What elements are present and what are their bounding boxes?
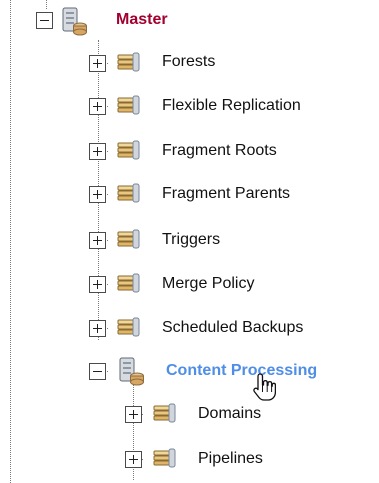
server-database-icon [59, 6, 89, 36]
hand-pointer-icon [252, 372, 277, 402]
expand-toggle-pipelines[interactable] [125, 451, 142, 468]
tree-item-triggers[interactable]: Triggers [162, 230, 220, 250]
expand-toggle-forests[interactable] [89, 55, 106, 72]
expand-toggle-triggers[interactable] [89, 232, 106, 249]
stack-folder-icon [152, 402, 178, 426]
expand-toggle-flexible-replication[interactable] [89, 98, 106, 115]
tree-item-forests[interactable]: Forests [162, 52, 215, 72]
stack-folder-icon [116, 228, 142, 252]
expand-toggle-fragment-parents[interactable] [89, 186, 106, 203]
tree-item-pipelines[interactable]: Pipelines [198, 449, 263, 469]
tree-item-content-processing[interactable]: Content Processing [166, 361, 317, 381]
stack-folder-icon [116, 51, 142, 75]
tree-item-fragment-roots[interactable]: Fragment Roots [162, 141, 277, 161]
tree-view: Master Forests Flexible Replication Frag… [0, 0, 379, 483]
tree-item-domains[interactable]: Domains [198, 404, 261, 424]
root-collapse-toggle[interactable] [36, 12, 53, 29]
tree-item-scheduled-backups[interactable]: Scheduled Backups [162, 318, 303, 338]
stack-folder-icon [116, 272, 142, 296]
server-database-icon [116, 356, 146, 386]
tree-guide-root [46, 0, 47, 9]
tree-root-master[interactable]: Master [116, 10, 168, 30]
collapse-toggle-content-processing[interactable] [89, 363, 106, 380]
stack-folder-icon [116, 182, 142, 206]
tree-item-flexible-replication[interactable]: Flexible Replication [162, 96, 301, 116]
expand-toggle-fragment-roots[interactable] [89, 143, 106, 160]
stack-folder-icon [116, 139, 142, 163]
expand-toggle-scheduled-backups[interactable] [89, 320, 106, 337]
stack-folder-icon [116, 316, 142, 340]
expand-toggle-merge-policy[interactable] [89, 276, 106, 293]
stack-folder-icon [116, 94, 142, 118]
tree-item-fragment-parents[interactable]: Fragment Parents [162, 184, 290, 204]
tree-guide-left-edge [10, 0, 11, 483]
tree-item-merge-policy[interactable]: Merge Policy [162, 274, 254, 294]
expand-toggle-domains[interactable] [125, 406, 142, 423]
stack-folder-icon [152, 447, 178, 471]
